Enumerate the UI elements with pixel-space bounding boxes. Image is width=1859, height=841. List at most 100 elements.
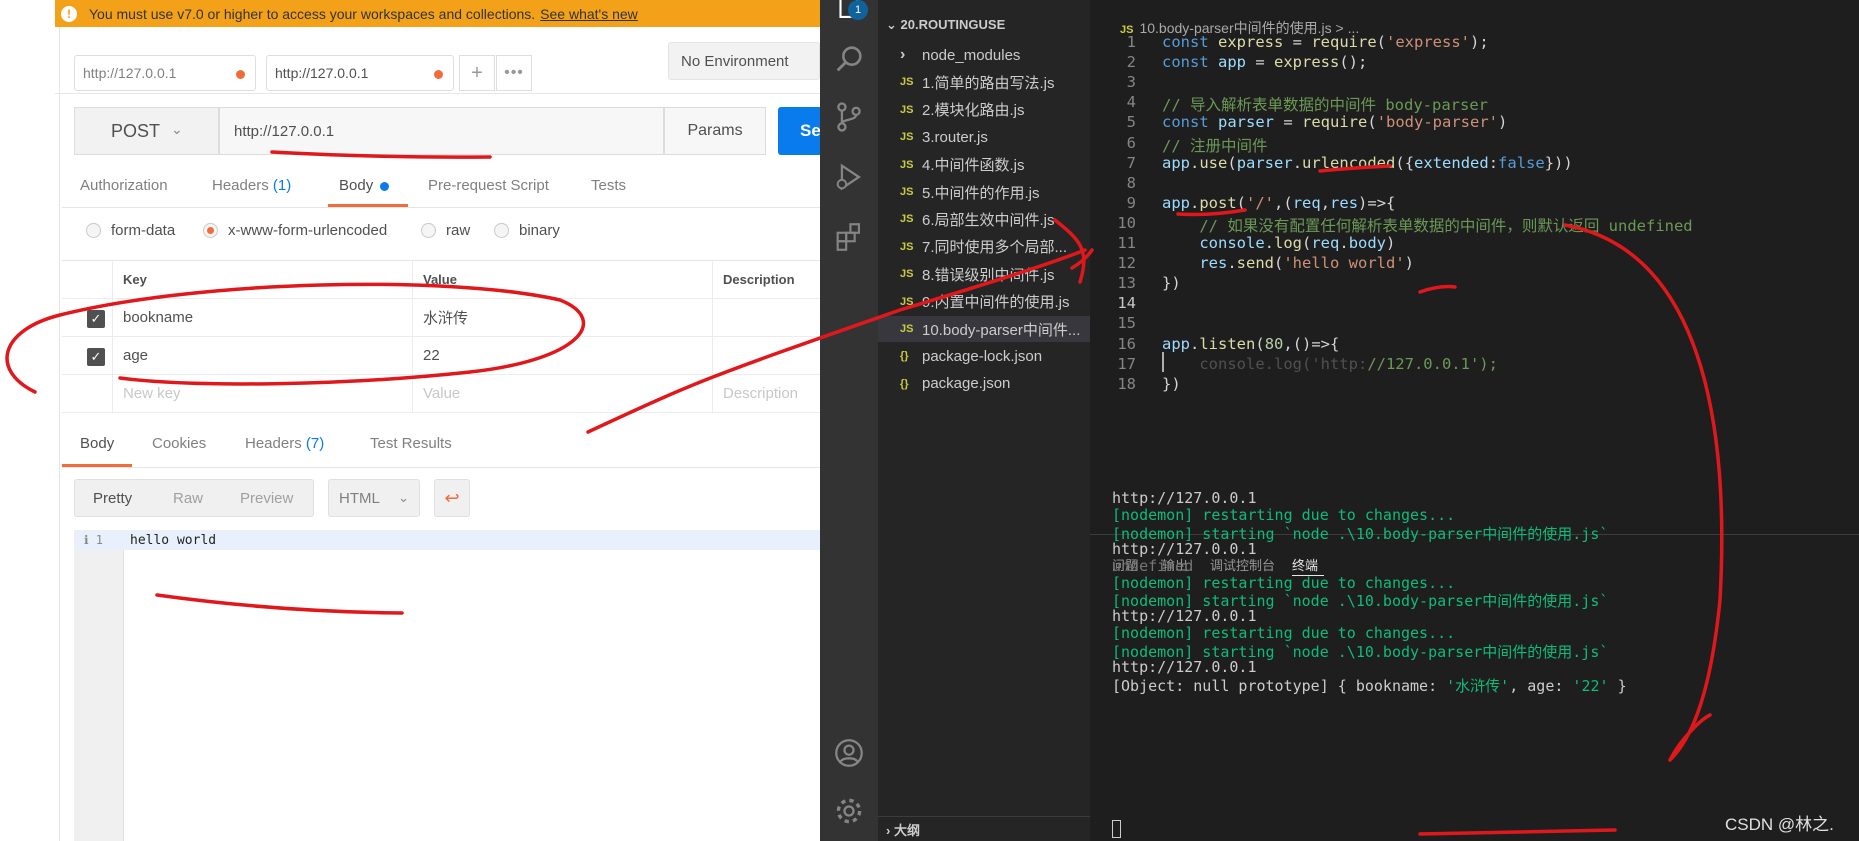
explorer-file[interactable]: JS 5.中间件的作用.js <box>878 179 1090 205</box>
watermark: CSDN @林之. <box>1725 815 1834 834</box>
request-tab-label: http://127.0.0.1 <box>275 65 369 81</box>
more-tabs-button[interactable]: ••• <box>496 55 532 91</box>
vscode-window: 1 ⌄ 20.ROUTINGUSE › node_modules JS 1.简单的路由… <box>820 0 1859 841</box>
tab-prerequest-script[interactable]: Pre-request Script <box>428 177 549 194</box>
explorer-file[interactable]: JS 2.模块化路由.js <box>878 97 1090 123</box>
send-button[interactable]: Se <box>778 107 820 155</box>
key-cell[interactable]: bookname <box>112 299 412 336</box>
explorer-file[interactable]: JS 6.局部生效中间件.js <box>878 206 1090 232</box>
explorer-file[interactable]: JS 7.同时使用多个局部... <box>878 234 1090 260</box>
response-tab-headers[interactable]: Headers (7) <box>245 435 324 452</box>
terminal-line: http://127.0.0.1 <box>1112 489 1257 507</box>
language-select[interactable]: HTML ⌄ <box>328 479 420 517</box>
response-tab-body[interactable]: Body <box>80 435 114 452</box>
left-gutter <box>0 0 60 841</box>
response-gutter <box>74 530 124 841</box>
column-header-value: Value <box>412 261 712 298</box>
postman-window: ! You must use v7.0 or higher to access … <box>0 0 820 841</box>
new-description-input[interactable]: Description <box>712 375 820 412</box>
radio-label: raw <box>446 222 471 239</box>
line-number-text: 1 <box>95 533 104 547</box>
tab-headers[interactable]: Headers (1) <box>212 177 291 194</box>
response-tab-test-results[interactable]: Test Results <box>370 435 452 452</box>
radio-label: x-www-form-urlencoded <box>228 222 388 239</box>
explorer-file[interactable]: JS 4.中间件函数.js <box>878 152 1090 178</box>
explorer-file[interactable]: {} package-lock.json <box>878 343 1090 369</box>
url-input[interactable]: http://127.0.0.1 <box>219 107 664 155</box>
account-icon[interactable] <box>832 736 866 770</box>
line-number: ℹ 1 <box>84 533 103 547</box>
checkbox-checked-icon[interactable]: ✓ <box>87 310 105 328</box>
ellipsis-icon: ••• <box>504 64 524 81</box>
new-key-input[interactable]: New key <box>112 375 412 412</box>
explorer-item-label: package.json <box>922 375 1011 393</box>
radio-icon <box>494 223 509 238</box>
wrap-lines-button[interactable]: ↩ <box>434 479 470 517</box>
outline-section[interactable]: › 大纲 <box>886 820 920 839</box>
tab-body[interactable]: Body <box>339 177 373 194</box>
view-preview-button[interactable]: Preview <box>240 490 293 507</box>
explorer-file[interactable]: JS 10.body-parser中间件... <box>878 316 1090 342</box>
explorer-file[interactable]: JS 3.router.js <box>878 124 1090 150</box>
response-tab-cookies[interactable]: Cookies <box>152 435 206 452</box>
gear-icon[interactable] <box>832 794 866 828</box>
upgrade-banner: ! You must use v7.0 or higher to access … <box>55 0 820 27</box>
view-pretty-button[interactable]: Pretty <box>93 490 132 507</box>
explorer-file[interactable]: JS 1.简单的路由写法.js <box>878 69 1090 95</box>
terminal-line: http://127.0.0.1 <box>1112 658 1257 676</box>
run-debug-icon[interactable] <box>832 160 866 194</box>
view-raw-button[interactable]: Raw <box>173 490 203 507</box>
banner-link[interactable]: See what's new <box>540 6 638 22</box>
explorer-file[interactable]: JS 9.内置中间件的使用.js <box>878 289 1090 315</box>
request-tab-label: http://127.0.0.1 <box>83 65 177 81</box>
radio-form-data[interactable]: form-data <box>86 222 175 239</box>
description-cell[interactable] <box>712 337 820 374</box>
request-tab-1[interactable]: http://127.0.0.1 <box>74 55 256 91</box>
explorer-item-label: 7.同时使用多个局部... <box>922 239 1068 257</box>
value-cell[interactable]: 22 <box>412 337 712 374</box>
activity-bar: 1 <box>820 0 878 841</box>
wrap-icon: ↩ <box>444 487 460 508</box>
request-tab-2[interactable]: http://127.0.0.1 <box>266 55 454 91</box>
terminal-output[interactable]: http://127.0.0.1 [nodemon] restarting due… <box>1090 0 1859 841</box>
new-tab-button[interactable]: + <box>459 55 495 91</box>
new-value-input[interactable]: Value <box>412 375 712 412</box>
table-row: ✓ age 22 <box>62 337 820 375</box>
explorer-file[interactable]: {} package.json <box>878 371 1090 397</box>
explorer-root-folder[interactable]: ⌄ 20.ROUTINGUSE <box>886 17 1005 33</box>
tab-tests[interactable]: Tests <box>591 177 626 194</box>
divider <box>55 93 820 94</box>
terminal-line: http://127.0.0.1 <box>1112 607 1257 626</box>
explorer-item-label: package-lock.json <box>922 347 1043 365</box>
warning-icon: ! <box>61 5 77 22</box>
response-body[interactable]: hello world <box>130 533 216 548</box>
radio-raw[interactable]: raw <box>421 222 470 239</box>
explorer-file[interactable]: JS 8.错误级别中间件.js <box>878 261 1090 287</box>
radio-binary[interactable]: binary <box>494 222 560 239</box>
source-control-icon[interactable] <box>832 100 866 134</box>
extensions-icon[interactable] <box>832 220 866 254</box>
column-header-description: Description <box>712 261 820 298</box>
params-table: Key Value Description ✓ bookname 水浒传 ✓ a… <box>62 260 820 413</box>
chevron-right-icon: › <box>900 46 906 63</box>
radio-urlencoded[interactable]: x-www-form-urlencoded <box>203 222 387 239</box>
checkbox-checked-icon[interactable]: ✓ <box>87 348 105 366</box>
explorer-item-label: 8.错误级别中间件.js <box>922 266 1055 284</box>
explorer-item-label: 5.中间件的作用.js <box>922 184 1040 202</box>
search-icon[interactable] <box>832 42 866 76</box>
plus-icon: + <box>471 61 483 84</box>
chevron-down-icon: ⌄ <box>398 490 409 505</box>
method-select[interactable]: POST ⌄ <box>74 107 219 155</box>
description-cell[interactable] <box>712 299 820 336</box>
environment-select[interactable]: No Environment <box>668 42 820 80</box>
badge-count: 1 <box>848 0 868 20</box>
terminal-line: [nodemon] restarting due to changes... <box>1112 624 1456 643</box>
radio-label: form-data <box>111 222 176 239</box>
value-cell[interactable]: 水浒传 <box>412 299 712 336</box>
tab-authorization[interactable]: Authorization <box>80 177 168 194</box>
view-mode-group: Pretty Raw Preview <box>74 479 314 517</box>
params-button[interactable]: Params <box>664 107 766 155</box>
key-cell[interactable]: age <box>112 337 412 374</box>
info-icon: ℹ <box>84 533 89 547</box>
explorer-folder[interactable]: › node_modules <box>878 42 1090 68</box>
